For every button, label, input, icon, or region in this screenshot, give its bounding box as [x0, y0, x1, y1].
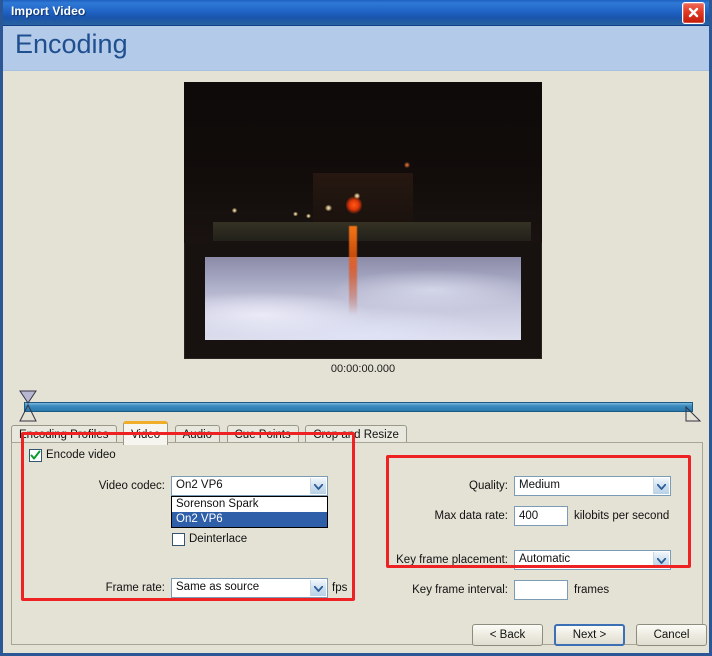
preview-timecode: 00:00:00.000 — [330, 363, 396, 375]
page-header: Encoding — [3, 26, 709, 71]
deinterlace-label: Deinterlace — [189, 533, 248, 545]
frame-rate-label: Frame rate: — [105, 582, 165, 594]
video-codec-dropdown-list[interactable]: Sorenson Spark On2 VP6 — [171, 496, 328, 528]
preview-water — [205, 256, 521, 340]
back-button[interactable]: < Back — [472, 624, 543, 646]
in-point-marker-icon — [19, 390, 37, 422]
scrub-bar-container[interactable] — [15, 388, 703, 424]
next-button[interactable]: Next > — [554, 624, 625, 646]
chevron-down-icon[interactable] — [653, 478, 669, 494]
chevron-down-icon[interactable] — [310, 478, 326, 494]
quality-label: Quality: — [469, 480, 508, 492]
out-point-marker[interactable] — [685, 405, 702, 422]
encode-video-checkbox[interactable] — [29, 449, 42, 462]
cancel-button[interactable]: Cancel — [636, 624, 707, 646]
chevron-down-icon[interactable] — [310, 580, 326, 596]
dialog-body: 00:00:00.000 Encoding Profiles Video Aud… — [3, 71, 709, 653]
out-point-marker-icon — [685, 405, 702, 422]
frame-rate-units: fps — [332, 582, 348, 594]
quality-value: Medium — [519, 479, 560, 491]
title-bar: Import Video — [3, 0, 709, 26]
video-preview[interactable] — [184, 82, 542, 359]
key-frame-placement-label: Key frame placement: — [396, 554, 508, 566]
preview-building — [312, 173, 414, 227]
tab-bar: Encoding Profiles Video Audio Cue Points… — [11, 421, 409, 445]
preview-light-reflection — [349, 226, 358, 315]
max-data-rate-units: kilobits per second — [574, 510, 670, 522]
check-icon — [30, 450, 41, 460]
tab-video[interactable]: Video — [122, 421, 169, 445]
key-frame-interval-input[interactable] — [514, 580, 568, 600]
preview-red-light — [345, 195, 362, 214]
max-data-rate-label: Max data rate: — [434, 510, 508, 522]
preview-shoreline — [212, 221, 532, 242]
dropdown-option-sorenson-spark[interactable]: Sorenson Spark — [172, 497, 327, 512]
import-video-dialog: Import Video Encoding 00:00:00.000 Encod… — [0, 0, 712, 656]
key-frame-placement-combo[interactable]: Automatic — [514, 550, 671, 570]
chevron-down-icon[interactable] — [653, 552, 669, 568]
dialog-footer: < Back Next > Cancel — [3, 612, 709, 653]
frame-rate-combo[interactable]: Same as source — [171, 578, 328, 598]
video-codec-value: On2 VP6 — [176, 479, 223, 491]
scrub-bar-track[interactable] — [24, 402, 693, 412]
frame-rate-value: Same as source — [176, 581, 260, 593]
key-frame-placement-value: Automatic — [519, 553, 571, 565]
dropdown-option-on2-vp6[interactable]: On2 VP6 — [172, 512, 327, 527]
preview-light-dot — [305, 213, 311, 218]
video-codec-label: Video codec: — [98, 480, 165, 492]
max-data-rate-input[interactable] — [514, 506, 568, 526]
video-codec-combo[interactable]: On2 VP6 — [171, 476, 328, 496]
in-point-marker[interactable] — [19, 390, 37, 422]
quality-combo[interactable]: Medium — [514, 476, 671, 496]
close-button[interactable] — [682, 2, 705, 24]
page-title: Encoding — [15, 29, 128, 59]
deinterlace-checkbox[interactable] — [172, 533, 185, 546]
encode-video-label: Encode video — [46, 449, 116, 461]
window-title: Import Video — [11, 4, 86, 18]
close-x-icon — [688, 7, 699, 18]
key-frame-interval-units: frames — [574, 584, 610, 596]
key-frame-interval-label: Key frame interval: — [412, 584, 508, 596]
